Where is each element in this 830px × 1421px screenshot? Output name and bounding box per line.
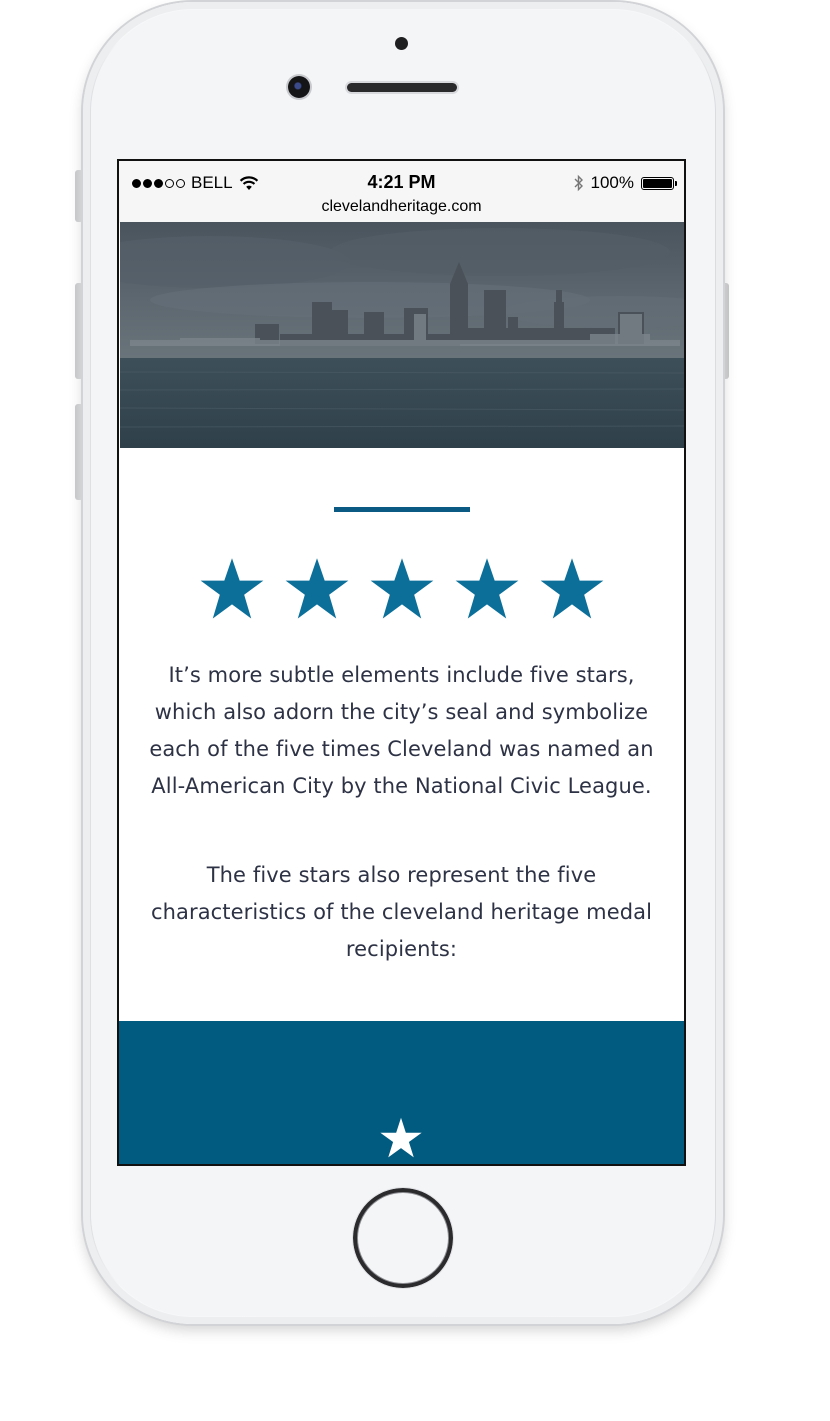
characteristics-section [119, 1021, 684, 1164]
battery-level [643, 178, 672, 188]
status-bar: BELL 4:21 PM clevelandheritage.com 100% [119, 161, 684, 223]
star-icon [540, 558, 603, 619]
phone-screen: BELL 4:21 PM clevelandheritage.com 100% [117, 159, 686, 1166]
star-icon [285, 558, 348, 619]
star-icon [380, 1117, 422, 1158]
star-icon [200, 558, 263, 619]
address-bar-url[interactable]: clevelandheritage.com [119, 198, 684, 216]
star-icon [455, 558, 518, 619]
earpiece-speaker [347, 83, 457, 92]
battery-percentage: 100% [590, 173, 634, 192]
mute-switch [75, 170, 83, 222]
characteristics-intro-paragraph: The five stars also represent the five c… [150, 863, 653, 961]
front-camera-icon [288, 76, 310, 98]
cleveland-skyline-image [120, 222, 684, 448]
section-divider [334, 507, 470, 512]
home-button[interactable] [352, 1187, 454, 1289]
star-icon [370, 558, 433, 619]
stars-description-paragraph: It’s more subtle elements include five s… [149, 663, 654, 798]
volume-down-button [75, 404, 83, 500]
five-stars-row [119, 557, 684, 623]
bluetooth-icon [574, 174, 583, 192]
battery-icon [641, 176, 677, 190]
proximity-sensor [395, 37, 408, 50]
device-mockup: BELL 4:21 PM clevelandheritage.com 100% [0, 0, 830, 1421]
status-indicators: 100% [574, 173, 677, 193]
volume-up-button [75, 283, 83, 379]
